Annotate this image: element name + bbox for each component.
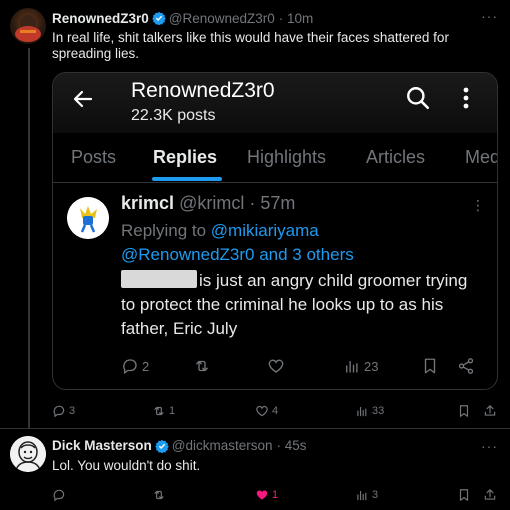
repost-action [193,355,211,377]
views-button[interactable]: 3 [355,484,378,506]
like-button[interactable]: 1 [255,484,278,506]
like-button[interactable]: 4 [255,400,278,422]
repost-icon [154,490,164,500]
reply-icon [53,489,65,502]
bookmark-button[interactable] [457,484,471,506]
profile-tabs: Posts Replies Highlights Articles Med [53,139,498,183]
heart-icon [268,359,284,373]
redaction-bar [121,270,197,288]
author-name[interactable]: RenownedZ3r0 [52,11,149,26]
repost-count: 1 [169,405,176,417]
share-button[interactable] [483,400,497,422]
tweet-time[interactable]: · 10m [279,11,314,26]
embedded-screenshot[interactable]: RenownedZ3r0 22.3K posts Posts Replies H… [52,72,498,390]
tab-replies: Replies [153,147,218,167]
like-count: 1 [272,489,279,501]
reply-tweet-action-bar: 1 3 [52,484,504,502]
reply-author-handle: @krimcl [179,193,245,213]
reply-button[interactable] [52,484,66,506]
active-tab-indicator [152,177,222,181]
tweet-header: RenownedZ3r0 @RenownedZ3r0 · 10m [52,9,313,27]
avatar-image [15,15,41,42]
back-arrow-icon [73,90,93,108]
reply-action-bar: 2 23 [121,355,481,377]
reply-count: 2 [142,358,150,374]
reply-tweet-header: Dick Masterson @dickmasterson · 45s [52,438,307,453]
reply-tweet-avatar[interactable] [10,436,46,472]
reply-header: krimcl @krimcl · 57m [121,193,295,214]
more-dots-icon[interactable]: ··· [481,438,498,454]
tweet-text: In real life, shit talkers like this wou… [52,30,449,61]
repost-icon [154,406,164,416]
views-button[interactable]: 33 [355,400,384,422]
replying-to: Replying to @mikiariyama @RenownedZ3r0 a… [121,219,481,267]
view-count: 3 [372,489,379,501]
search-icon [407,87,430,110]
quoted-tweet: RenownedZ3r0 @RenownedZ3r0 · 10m ··· In … [0,0,510,428]
reply-icon [123,359,137,375]
views-icon [346,360,358,373]
tweet-action-bar: 3 1 4 33 [52,400,504,418]
reply-action: 2 [121,355,149,377]
repost-button[interactable] [152,484,166,506]
like-action [267,355,285,377]
reply-tweet-handle[interactable]: @dickmasterson [172,438,273,453]
views-icon [357,406,367,417]
views-icon [357,490,367,501]
reply-count: 3 [69,405,76,417]
bookmark-icon [424,358,436,374]
reply-button[interactable]: 3 [52,400,75,422]
views-action: 23 [343,355,378,377]
verified-badge-icon [152,11,166,25]
author-avatar[interactable] [10,8,46,44]
more-dots-icon[interactable]: ··· [481,8,498,24]
author-handle[interactable]: @RenownedZ3r0 [169,11,275,26]
heart-filled-icon [256,490,268,500]
like-count: 4 [272,405,279,417]
tweet-divider [0,428,510,429]
reply-author-name: krimcl [121,193,175,213]
reply-icon [53,405,65,418]
tab-articles: Articles [366,147,426,167]
bookmark-button[interactable] [457,400,471,422]
replying-to-link-2: @RenownedZ3r0 and 3 others [121,245,354,264]
more-dots-icon: ⋮ [471,197,485,213]
share-icon [484,405,496,416]
verified-badge-icon [155,439,169,453]
reply-tweet-author-name[interactable]: Dick Masterson [52,438,152,453]
tab-highlights: Highlights [247,147,327,167]
bookmark-action [421,355,439,377]
view-count: 33 [372,405,385,417]
replying-prefix: Replying to [121,221,211,240]
share-icon [458,358,474,374]
profile-post-count: 22.3K posts [131,107,216,124]
tab-posts: Posts [71,147,117,167]
reply-author-avatar [67,197,109,239]
share-button[interactable] [483,484,497,506]
thread-line [28,48,30,428]
profile-banner [53,73,497,133]
reply-text-block: is just an angry child groomer trying to… [121,269,481,341]
reply-tweet-text: Lol. You wouldn't do shit. [52,458,201,473]
bookmark-icon [459,489,469,501]
tab-media: Med [465,147,498,167]
avatar-image [10,436,46,472]
reply-time: · 57m [249,193,296,213]
repost-button[interactable]: 1 [152,400,175,422]
heart-icon [256,405,268,417]
profile-name: RenownedZ3r0 [131,79,275,102]
share-action [457,355,475,377]
view-count: 23 [364,358,379,374]
bookmark-icon [459,405,469,417]
kebab-menu-icon [463,87,469,109]
reply-tweet-time[interactable]: · 45s [277,438,307,453]
repost-icon [196,360,208,372]
share-icon [484,489,496,500]
replying-to-link: @mikiariyama [210,221,319,240]
avatar-image [67,197,109,239]
